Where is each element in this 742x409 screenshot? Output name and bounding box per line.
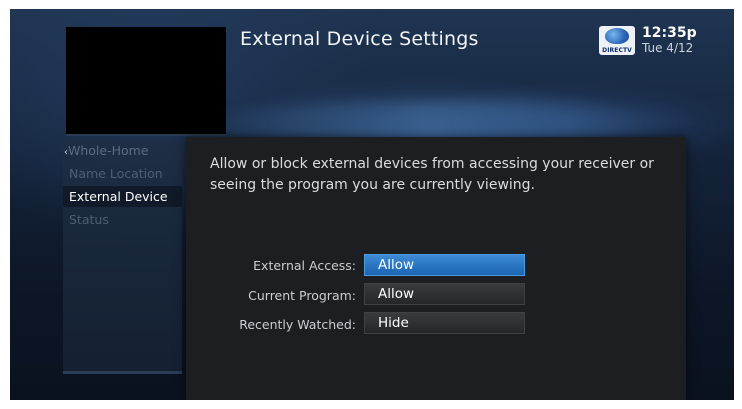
sidebar-item-label: External Device (69, 189, 168, 204)
clock-time: 12:35p (642, 25, 697, 41)
sidebar-item-label: Name Location (69, 166, 163, 181)
sidebar-item-label: Status (69, 212, 109, 227)
settings-sidebar: ‹Whole-Home Name Location External Devic… (63, 140, 182, 374)
recently-watched-option[interactable]: Hide (364, 312, 525, 334)
tv-screen: External Device Settings DIRECTV 12:35p … (10, 9, 734, 400)
current-program-option[interactable]: Allow (364, 283, 525, 305)
directv-logo-icon: DIRECTV (599, 26, 635, 55)
sidebar-item-label: Whole-Home (68, 143, 149, 158)
live-video-preview (66, 27, 226, 136)
recently-watched-label: Recently Watched: (239, 317, 356, 332)
external-access-label: External Access: (253, 258, 356, 273)
panel-description: Allow or block external devices from acc… (210, 156, 654, 193)
settings-panel: Allow or block external devices from acc… (186, 137, 686, 400)
directv-dish-mark (605, 28, 629, 44)
sidebar-item-whole-home[interactable]: ‹Whole-Home (63, 140, 182, 161)
sidebar-item-status[interactable]: Status (63, 209, 182, 230)
clock-date: Tue 4/12 (642, 41, 694, 55)
sidebar-item-external-device[interactable]: External Device (63, 186, 182, 207)
current-program-label: Current Program: (248, 288, 356, 303)
external-access-option[interactable]: Allow (364, 254, 525, 276)
sidebar-item-name-location[interactable]: Name Location (63, 163, 182, 184)
directv-logo-text: DIRECTV (602, 47, 632, 54)
page-title: External Device Settings (240, 28, 479, 50)
